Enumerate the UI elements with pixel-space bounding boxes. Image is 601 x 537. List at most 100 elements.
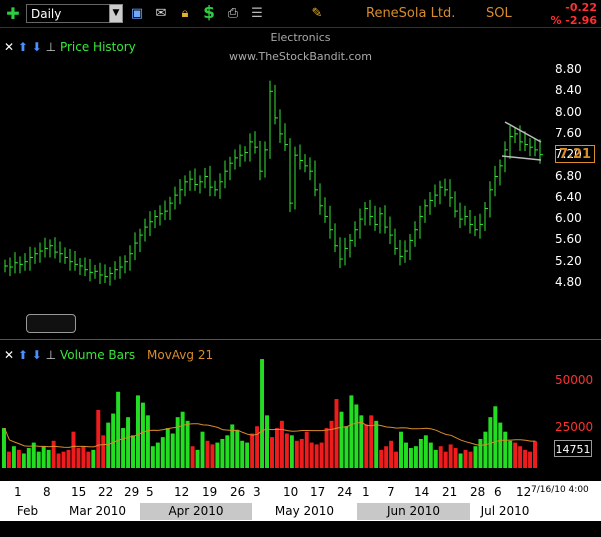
- price-bar: [104, 264, 108, 283]
- toolbar: ✚ Daily ▼ ▣ ✉ 🔒︎ $ ⎙ ☰ ✎ ReneSola Ltd. S…: [0, 0, 601, 28]
- pencil-icon[interactable]: ✎: [308, 5, 326, 22]
- day-tick: 19: [202, 485, 218, 499]
- volume-bar: [458, 453, 463, 468]
- lock-icon[interactable]: 🔒︎: [176, 5, 194, 22]
- dollar-icon[interactable]: $: [200, 5, 218, 22]
- price-bar: [379, 207, 383, 234]
- volume-bar: [428, 442, 433, 468]
- price-bar: [474, 215, 478, 237]
- day-tick: 22: [98, 485, 114, 499]
- volume-bar: [314, 444, 319, 468]
- price-bar: [209, 165, 213, 197]
- price-tick: 4.80: [555, 275, 582, 289]
- mail-icon[interactable]: ✉: [152, 5, 170, 22]
- volume-bar: [200, 431, 205, 468]
- volume-bar: [463, 449, 468, 468]
- price-tick: 6.00: [555, 211, 582, 226]
- company-name: ReneSola Ltd.: [366, 6, 456, 21]
- volume-bar: [51, 440, 56, 468]
- zoom-slider[interactable]: [26, 314, 76, 333]
- print-icon[interactable]: ⎙: [224, 5, 242, 22]
- price-bar: [29, 246, 33, 271]
- volume-bar: [26, 448, 31, 468]
- save-icon[interactable]: ▣: [128, 5, 146, 22]
- volume-bar: [175, 417, 180, 468]
- volume-bar: [225, 435, 230, 468]
- price-bar: [259, 140, 263, 181]
- price-bar: [109, 267, 113, 286]
- price-bar: [239, 144, 243, 167]
- price-bar: [149, 211, 153, 237]
- price-bar: [309, 157, 313, 181]
- price-bar: [74, 251, 78, 271]
- volume-bar: [498, 422, 503, 468]
- volume-bar: [468, 451, 473, 468]
- volume-bar: [404, 442, 408, 468]
- volume-bar: [165, 428, 170, 468]
- price-bar: [234, 149, 238, 170]
- price-bar: [269, 80, 273, 159]
- price-bar: [84, 257, 88, 277]
- day-tick: 8: [43, 485, 51, 499]
- trendline: [501, 155, 542, 161]
- volume-bar: [438, 446, 443, 468]
- volume-bar: [106, 422, 111, 468]
- price-bar: [519, 125, 523, 151]
- price-bar: [39, 242, 43, 263]
- price-bar: [59, 241, 63, 263]
- volume-bar: [71, 431, 76, 468]
- price-bar: [314, 160, 318, 197]
- volume-bar: [111, 413, 116, 468]
- volume-bar: [11, 446, 16, 468]
- price-bar: [439, 180, 443, 205]
- price-bar: [354, 221, 358, 247]
- day-tick: 5: [146, 485, 154, 499]
- period-select[interactable]: Daily: [26, 4, 122, 23]
- price-bar: [459, 202, 463, 229]
- price-bar: [94, 264, 98, 279]
- price-tick: 6.40: [555, 189, 582, 204]
- add-icon[interactable]: ✚: [4, 5, 22, 22]
- list-icon[interactable]: ☰: [248, 5, 266, 22]
- volume-bar: [354, 404, 359, 468]
- price-bar: [449, 179, 453, 207]
- volume-bar: [304, 431, 309, 468]
- volume-bar: [453, 448, 458, 468]
- volume-bar: [443, 451, 448, 468]
- volume-bar: [150, 446, 155, 468]
- volume-bar: [493, 406, 498, 468]
- price-bar: [264, 141, 268, 178]
- volume-bar: [180, 411, 185, 468]
- volume-bar: [389, 440, 394, 468]
- volume-bar: [240, 440, 245, 468]
- volume-bar: [131, 435, 135, 468]
- volume-bar: [483, 431, 488, 468]
- volume-bar: [399, 431, 403, 468]
- volume-bar: [155, 442, 160, 468]
- price-bar: [394, 228, 398, 255]
- price-bar: [54, 237, 58, 259]
- timestamp: 7/16/10 4:00: [531, 485, 589, 495]
- price-bar: [374, 205, 378, 231]
- day-tick: 3: [253, 485, 261, 499]
- price-bar: [219, 173, 223, 199]
- volume-bar: [339, 411, 344, 468]
- volume-bar: [96, 409, 101, 468]
- price-bar: [224, 160, 228, 189]
- price-bar: [79, 257, 83, 276]
- price-bar: [499, 159, 503, 186]
- price-bar: [144, 218, 148, 242]
- price-bar: [164, 200, 168, 221]
- chevron-down-icon[interactable]: ▼: [109, 4, 123, 23]
- volume-bar: [31, 442, 36, 468]
- price-bar: [359, 208, 363, 239]
- volume-bar: [2, 428, 6, 468]
- volume-bar: [533, 441, 537, 468]
- day-tick: 15: [71, 485, 87, 499]
- price-bar: [24, 253, 28, 271]
- day-tick: 14: [414, 485, 430, 499]
- volume-bar: [433, 449, 438, 468]
- volume-bar: [294, 440, 299, 468]
- volume-bar: [121, 428, 126, 468]
- day-tick: 10: [283, 485, 299, 499]
